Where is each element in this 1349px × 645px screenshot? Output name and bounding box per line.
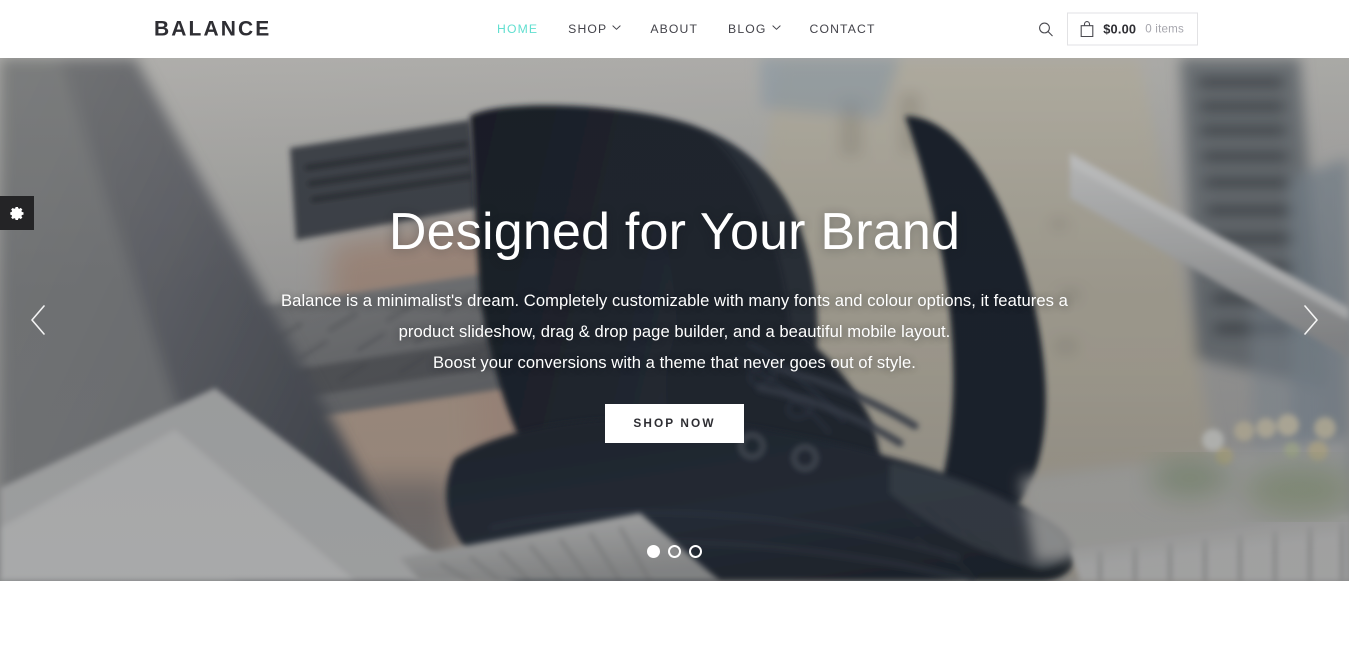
nav-label-shop: SHOP	[568, 22, 608, 36]
cart-item-count: 0 items	[1145, 22, 1184, 36]
site-logo[interactable]: BALANCE	[154, 19, 271, 40]
nav-item-home[interactable]: HOME	[497, 0, 553, 58]
search-icon[interactable]	[1031, 14, 1061, 44]
slide-dot-1[interactable]	[647, 545, 660, 558]
primary-navigation: HOME SHOP ABOUT BLOG CONTACT	[497, 0, 891, 58]
nav-item-shop[interactable]: SHOP	[553, 0, 635, 58]
slideshow-pagination	[0, 545, 1349, 558]
chevron-left-icon[interactable]	[15, 297, 61, 343]
nav-label-blog: BLOG	[728, 22, 767, 36]
page-body-below-hero	[0, 581, 1349, 645]
slide-dot-2[interactable]	[668, 545, 681, 558]
slide-dot-3[interactable]	[689, 545, 702, 558]
site-header: BALANCE HOME SHOP ABOUT BLOG CONTACT $0.…	[0, 0, 1349, 58]
gear-icon[interactable]	[0, 196, 34, 230]
hero-title: Designed for Your Brand	[388, 203, 961, 261]
hero-description-line-1: Balance is a minimalist's dream. Complet…	[281, 290, 1068, 310]
hero-description-line-3: Boost your conversions with a theme that…	[433, 352, 916, 372]
nav-label-contact: CONTACT	[809, 22, 876, 36]
nav-item-about[interactable]: ABOUT	[635, 0, 713, 58]
hero-slideshow: Designed for Your Brand Balance is a min…	[0, 58, 1349, 581]
chevron-down-icon	[612, 23, 621, 31]
shopping-bag-icon	[1080, 21, 1094, 38]
hero-content: Designed for Your Brand Balance is a min…	[0, 58, 1349, 581]
chevron-right-icon[interactable]	[1288, 297, 1334, 343]
hero-description: Balance is a minimalist's dream. Complet…	[281, 285, 1068, 379]
hero-description-line-2: product slideshow, drag & drop page buil…	[398, 321, 951, 341]
header-actions: $0.00 0 items	[1031, 12, 1198, 46]
nav-item-blog[interactable]: BLOG	[713, 0, 794, 58]
chevron-down-icon	[771, 23, 781, 31]
cart-total: $0.00	[1103, 21, 1137, 37]
cart-button[interactable]: $0.00 0 items	[1067, 12, 1198, 46]
nav-item-contact[interactable]: CONTACT	[795, 0, 891, 58]
nav-label-about: ABOUT	[650, 22, 699, 36]
nav-label-home: HOME	[497, 22, 539, 36]
shop-now-button[interactable]: SHOP NOW	[605, 404, 744, 443]
